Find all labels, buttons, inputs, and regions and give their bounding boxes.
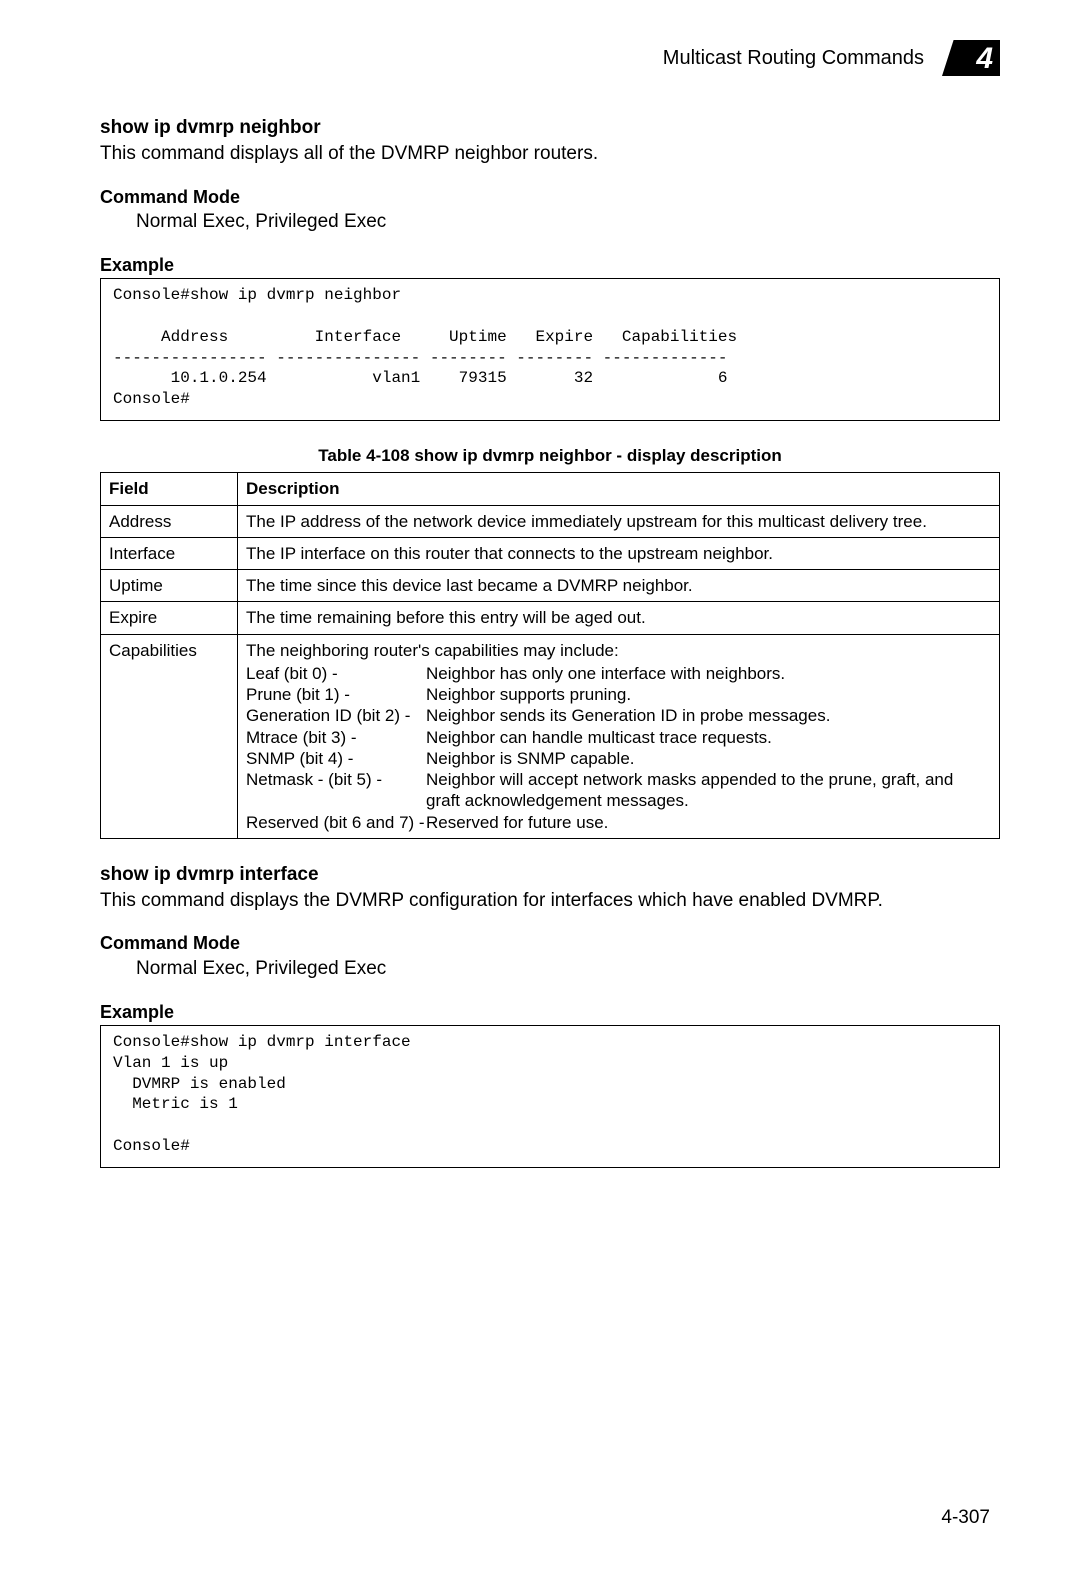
cap-meaning: Neighbor supports pruning. xyxy=(426,684,991,705)
table-row: Interface The IP interface on this route… xyxy=(101,537,1000,569)
field-cell: Interface xyxy=(101,537,238,569)
console-output-neighbor: Console#show ip dvmrp neighbor Address I… xyxy=(100,278,1000,421)
cap-meaning: Reserved for future use. xyxy=(426,812,991,833)
table-row: Address The IP address of the network de… xyxy=(101,505,1000,537)
example-heading-2: Example xyxy=(100,1001,1000,1024)
desc-cell: The time since this device last became a… xyxy=(238,570,1000,602)
chapter-badge: 4 xyxy=(942,40,1000,76)
field-cell: Expire xyxy=(101,602,238,634)
command-mode-heading-2: Command Mode xyxy=(100,932,1000,955)
field-cell: Capabilities xyxy=(101,634,238,838)
desc-cell-capabilities: The neighboring router's capabilities ma… xyxy=(238,634,1000,838)
header-field: Field xyxy=(101,473,238,505)
header-title: Multicast Routing Commands xyxy=(663,46,924,71)
page-number: 4-307 xyxy=(941,1506,990,1530)
capabilities-intro: The neighboring router's capabilities ma… xyxy=(246,640,991,661)
cap-label: Mtrace (bit 3) - xyxy=(246,727,426,748)
cap-meaning: Neighbor has only one interface with nei… xyxy=(426,663,991,684)
table-row: Expire The time remaining before this en… xyxy=(101,602,1000,634)
desc-cell: The time remaining before this entry wil… xyxy=(238,602,1000,634)
command-heading-neighbor: show ip dvmrp neighbor xyxy=(100,116,1000,140)
cap-label: Prune (bit 1) - xyxy=(246,684,426,705)
cap-label: Netmask - (bit 5) - xyxy=(246,769,426,812)
table-row-capabilities: Capabilities The neighboring router's ca… xyxy=(101,634,1000,838)
table-row: Uptime The time since this device last b… xyxy=(101,570,1000,602)
cap-label: Reserved (bit 6 and 7) - xyxy=(246,812,426,833)
command-mode-value-2: Normal Exec, Privileged Exec xyxy=(136,957,1000,981)
table-header-row: Field Description xyxy=(101,473,1000,505)
cap-meaning: Neighbor will accept network masks appen… xyxy=(426,769,991,812)
command-mode-heading-1: Command Mode xyxy=(100,186,1000,209)
cap-meaning: Neighbor can handle multicast trace requ… xyxy=(426,727,991,748)
cap-label: SNMP (bit 4) - xyxy=(246,748,426,769)
header-description: Description xyxy=(238,473,1000,505)
command-description-interface: This command displays the DVMRP configur… xyxy=(100,889,1000,913)
chapter-number: 4 xyxy=(976,40,992,78)
cap-meaning: Neighbor sends its Generation ID in prob… xyxy=(426,705,991,726)
command-description-neighbor: This command displays all of the DVMRP n… xyxy=(100,142,1000,166)
description-table: Field Description Address The IP address… xyxy=(100,472,1000,839)
example-heading-1: Example xyxy=(100,254,1000,277)
cap-meaning: Neighbor is SNMP capable. xyxy=(426,748,991,769)
console-output-interface: Console#show ip dvmrp interface Vlan 1 i… xyxy=(100,1025,1000,1168)
field-cell: Address xyxy=(101,505,238,537)
command-heading-interface: show ip dvmrp interface xyxy=(100,863,1000,887)
desc-cell: The IP interface on this router that con… xyxy=(238,537,1000,569)
cap-label: Leaf (bit 0) - xyxy=(246,663,426,684)
page-header: Multicast Routing Commands 4 xyxy=(100,40,1000,76)
command-mode-value-1: Normal Exec, Privileged Exec xyxy=(136,210,1000,234)
desc-cell: The IP address of the network device imm… xyxy=(238,505,1000,537)
cap-label: Generation ID (bit 2) - xyxy=(246,705,426,726)
table-caption: Table 4-108 show ip dvmrp neighbor - dis… xyxy=(100,445,1000,466)
field-cell: Uptime xyxy=(101,570,238,602)
capabilities-grid: Leaf (bit 0) - Neighbor has only one int… xyxy=(246,663,991,833)
